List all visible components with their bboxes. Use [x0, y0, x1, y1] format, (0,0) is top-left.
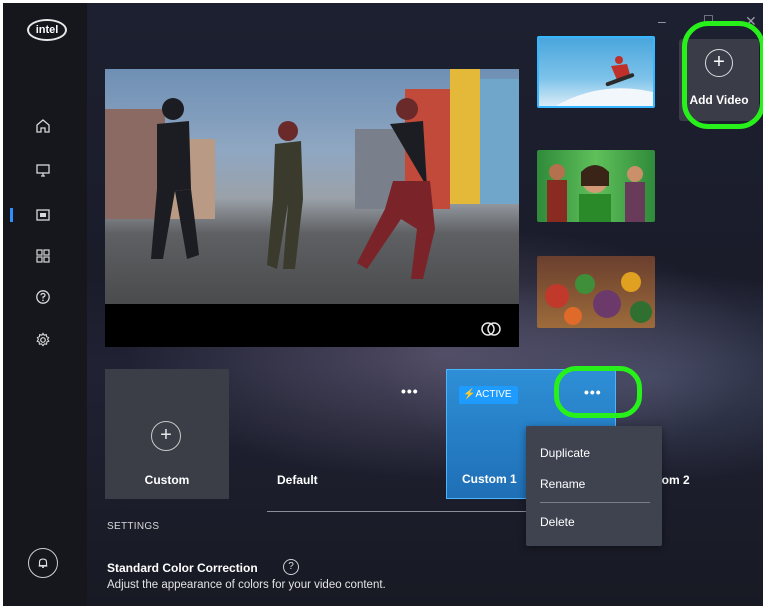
preset-label: Custom — [144, 473, 190, 487]
delete-menu-item[interactable]: Delete — [540, 515, 575, 529]
rename-menu-item[interactable]: Rename — [540, 477, 585, 491]
bell-icon — [38, 558, 48, 568]
custom-preset-card[interactable]: + Custom — [105, 369, 229, 499]
default-preset-card[interactable]: ••• Default — [267, 369, 427, 499]
app-window: intel – ☐ ✕ + Add Video + Custom ••• Def… — [3, 3, 763, 606]
active-indicator — [10, 208, 13, 222]
gear-icon[interactable] — [33, 330, 53, 350]
color-correction-title: Standard Color Correction — [107, 561, 258, 575]
video-icon[interactable] — [33, 205, 53, 225]
intel-logo: intel — [27, 19, 67, 41]
menu-divider — [540, 502, 650, 503]
video-frame — [105, 69, 519, 304]
active-badge: ⚡ACTIVE — [459, 386, 518, 404]
more-options-highlight — [554, 366, 642, 418]
thumbnail-crowd[interactable] — [537, 150, 655, 222]
crowd-image — [547, 164, 645, 222]
lightning-icon: ⚡ — [463, 389, 476, 400]
context-menu: Duplicate Rename Delete — [526, 426, 662, 546]
color-correction-description: Adjust the appearance of colors for your… — [107, 579, 386, 591]
sidebar: intel — [3, 3, 87, 606]
preset-label: Custom 1 — [462, 472, 517, 486]
monitor-icon[interactable] — [33, 160, 53, 180]
more-options-icon[interactable]: ••• — [401, 383, 419, 399]
duplicate-menu-item[interactable]: Duplicate — [540, 446, 590, 460]
vegetables-image — [545, 272, 652, 325]
help-icon[interactable]: ? — [283, 559, 299, 575]
compare-icon[interactable] — [480, 321, 502, 337]
help-icon[interactable] — [33, 287, 53, 307]
thumbnail-snowboarder[interactable] — [537, 36, 655, 108]
snowboarder-image — [555, 56, 653, 106]
grid-icon[interactable] — [33, 246, 53, 266]
minimize-button[interactable]: – — [658, 13, 666, 29]
add-video-highlight — [682, 21, 763, 129]
preset-label: Default — [277, 473, 318, 487]
thumbnail-vegetables[interactable] — [537, 256, 655, 328]
settings-section-label: SETTINGS — [107, 521, 160, 532]
dancers-illustration — [151, 98, 435, 279]
home-icon[interactable] — [33, 116, 53, 136]
video-preview[interactable] — [105, 69, 519, 347]
plus-icon: + — [151, 421, 181, 451]
notifications-button[interactable] — [28, 548, 58, 578]
